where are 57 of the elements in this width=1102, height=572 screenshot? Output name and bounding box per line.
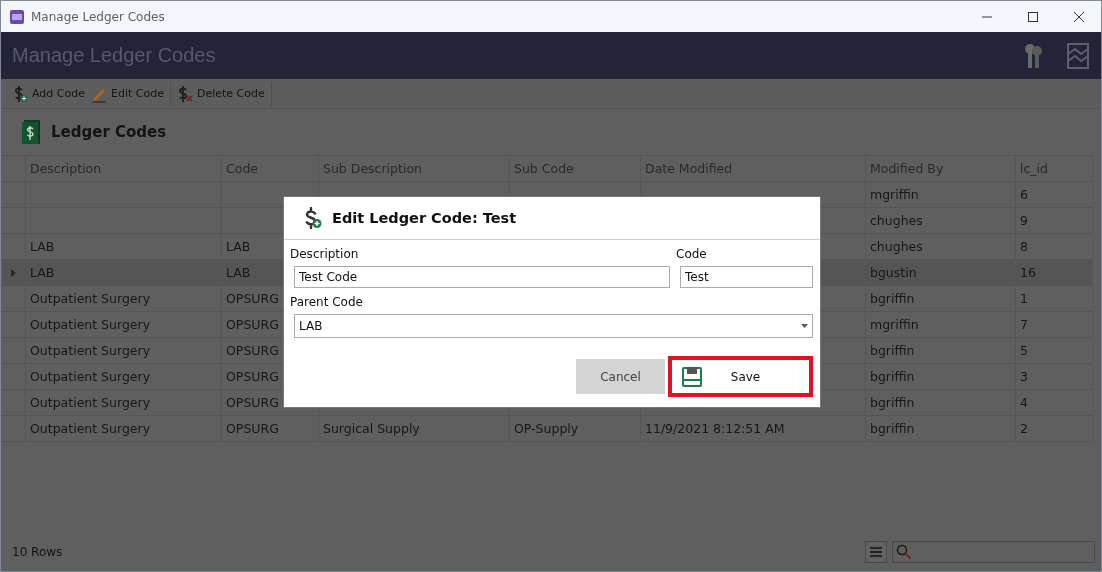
table-cell: chughes xyxy=(866,208,1016,233)
menu-button[interactable] xyxy=(865,541,887,563)
table-cell: 1 xyxy=(1016,286,1093,311)
table-cell: Surgical Supply xyxy=(319,416,510,441)
dollar-plus-icon xyxy=(12,84,28,103)
search-field[interactable] xyxy=(892,541,1095,563)
row-count: 10 Rows xyxy=(12,545,63,559)
text-field[interactable]: Test Code xyxy=(294,266,670,288)
table-cell: bgriffin xyxy=(866,364,1016,389)
toolbar-button[interactable]: Delete Code xyxy=(173,81,268,106)
table-cell: bgriffin xyxy=(866,338,1016,363)
table-cell: Outpatient Surgery xyxy=(26,312,222,337)
picture-frame-icon xyxy=(1067,42,1089,69)
table-cell: Outpatient Surgery xyxy=(26,390,222,415)
table-cell: Outpatient Surgery xyxy=(26,286,222,311)
app-icon xyxy=(9,8,25,25)
table-cell: 16 xyxy=(1016,260,1093,285)
table-cell: Outpatient Surgery xyxy=(26,364,222,389)
menu-icon xyxy=(870,547,882,557)
caret-icon xyxy=(801,324,808,328)
toolbar-button[interactable]: Add Code xyxy=(9,81,88,106)
table-cell: bgustin xyxy=(866,260,1016,285)
table-cell: 5 xyxy=(1016,338,1093,363)
text-field[interactable]: Test xyxy=(680,266,813,288)
table-cell: 11/9/2021 8:12:51 AM xyxy=(641,416,866,441)
dropdown[interactable]: LAB xyxy=(294,314,813,338)
table-cell: 4 xyxy=(1016,390,1093,415)
table-cell: OPSURG xyxy=(222,416,319,441)
dollar-x-icon xyxy=(176,84,193,103)
table-cell: bgriffin xyxy=(866,416,1016,441)
table-cell: Outpatient Surgery xyxy=(26,338,222,363)
dialog-title: Edit Ledger Code: Test xyxy=(332,210,517,226)
table-cell: OP-Supply xyxy=(510,416,641,441)
cancel-button[interactable]: Cancel xyxy=(576,359,665,394)
table-cell: bgriffin xyxy=(866,286,1016,311)
window-title: Manage Ledger Codes xyxy=(31,9,165,24)
table-cell: mgriffin xyxy=(866,182,1016,207)
close-icon xyxy=(1073,10,1085,23)
table-cell: 8 xyxy=(1016,234,1093,259)
table-cell: 7 xyxy=(1016,312,1093,337)
save-button[interactable]: Save xyxy=(668,356,813,397)
table-cell: LAB xyxy=(26,234,222,259)
table-cell: 9 xyxy=(1016,208,1093,233)
search-icon xyxy=(896,544,912,560)
maximize-icon xyxy=(1027,10,1039,23)
field-label: Code xyxy=(676,246,708,263)
ledger-book-icon xyxy=(21,119,41,145)
table-cell: 6 xyxy=(1016,182,1093,207)
table-cell: 3 xyxy=(1016,364,1093,389)
table-cell: chughes xyxy=(866,234,1016,259)
table-cell: 2 xyxy=(1016,416,1093,441)
table-cell: bgriffin xyxy=(866,390,1016,415)
table-cell: Outpatient Surgery xyxy=(26,416,222,441)
toolbar-button[interactable]: Edit Code xyxy=(87,81,167,106)
table-cell: mgriffin xyxy=(866,312,1016,337)
table-cell: LAB xyxy=(26,260,222,285)
section-title: Ledger Codes xyxy=(51,123,167,141)
